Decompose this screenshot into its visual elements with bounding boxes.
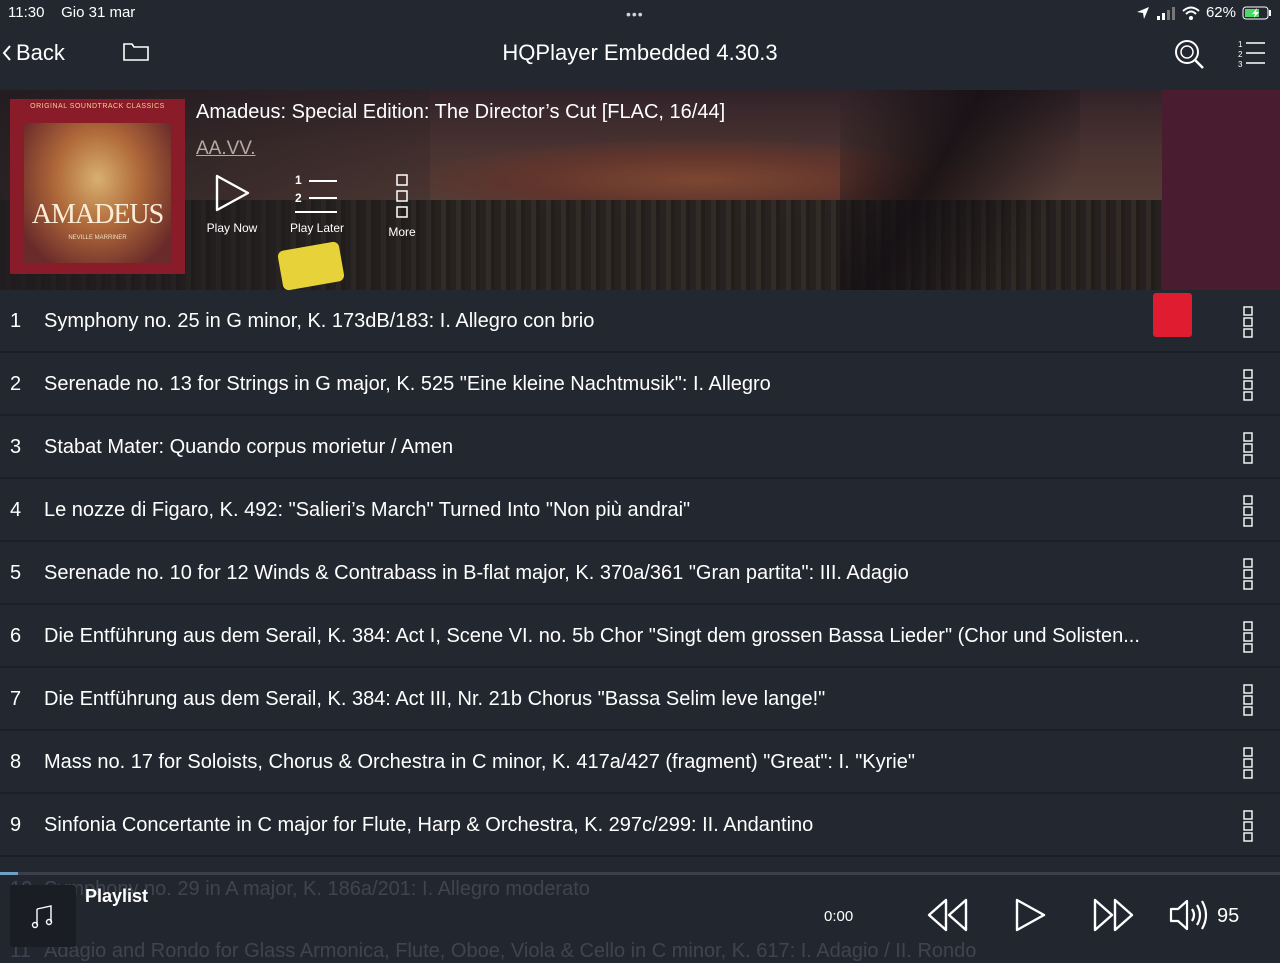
previous-button[interactable] — [926, 897, 970, 938]
track-number: 2 — [10, 373, 22, 395]
speaker-volume-icon — [1169, 899, 1208, 931]
play-icon — [1015, 898, 1046, 932]
track-row[interactable]: 3 Stabat Mater: Quando corpus morietur /… — [0, 416, 1280, 479]
status-time: 11:30 — [8, 4, 45, 21]
track-menu-icon[interactable] — [1242, 684, 1256, 721]
search-icon[interactable] — [1172, 37, 1206, 76]
cellular-signal-icon — [1156, 6, 1175, 20]
elapsed-time: 0:00 — [824, 908, 854, 925]
track-title: Symphony no. 25 in G minor, K. 173dB/183… — [44, 310, 595, 332]
album-artist-link[interactable]: AA.VV. — [196, 138, 256, 160]
track-row[interactable]: 8 Mass no. 17 for Soloists, Chorus & Orc… — [0, 731, 1280, 794]
track-number: 9 — [10, 814, 22, 836]
track-title: Serenade no. 10 for 12 Winds & Contrabas… — [44, 562, 909, 584]
track-menu-icon[interactable] — [1242, 810, 1256, 847]
track-row[interactable]: 1 Symphony no. 25 in G minor, K. 173dB/1… — [0, 290, 1280, 353]
track-row[interactable]: 4 Le nozze di Figaro, K. 492: "Salieri’s… — [0, 479, 1280, 542]
track-menu-icon[interactable] — [1242, 369, 1256, 406]
track-title: Die Entführung aus dem Serail, K. 384: A… — [44, 688, 826, 710]
battery-charging-icon — [1242, 6, 1271, 19]
track-menu-icon[interactable] — [1242, 306, 1256, 343]
volume-button[interactable] — [1168, 897, 1210, 938]
track-title: Die Entführung aus dem Serail, K. 384: A… — [44, 625, 1140, 647]
rewind-icon — [927, 898, 968, 932]
volume-level: 95 — [1217, 905, 1240, 927]
album-art: ORIGINAL SOUNDTRACK CLASSICS AMADEUS NEV… — [10, 99, 185, 274]
play-later-label: Play Later — [289, 221, 345, 235]
track-row[interactable]: 9 Sinfonia Concertante in C major for Fl… — [0, 794, 1280, 857]
track-menu-icon[interactable] — [1242, 747, 1256, 784]
track-title: Serenade no. 13 for Strings in G major, … — [44, 373, 771, 395]
more-vertical-icon — [396, 174, 408, 218]
more-button[interactable]: More — [362, 172, 442, 239]
music-note-icon — [31, 905, 53, 929]
track-title: Sinfonia Concertante in C major for Flut… — [44, 814, 814, 836]
track-menu-icon[interactable] — [1242, 432, 1256, 469]
track-title: Le nozze di Figaro, K. 492: "Salieri’s M… — [44, 499, 691, 521]
multitasking-dots-icon[interactable]: ••• — [626, 6, 644, 22]
status-right: 62% — [1136, 4, 1272, 21]
location-icon — [1136, 6, 1149, 19]
now-playing-art[interactable] — [10, 885, 76, 947]
track-number: 1 — [10, 310, 22, 332]
playlist-label[interactable]: Playlist — [85, 886, 148, 907]
page-title: HQPlayer Embedded 4.30.3 — [502, 40, 778, 65]
svg-text:1: 1 — [1238, 40, 1243, 49]
more-label: More — [388, 225, 416, 239]
status-date: Gio 31 mar — [61, 4, 136, 21]
numbered-list-icon: 1 2 — [295, 173, 337, 213]
track-number: 4 — [10, 499, 22, 521]
status-left: 11:30 Gio 31 mar — [8, 4, 135, 21]
svg-text:1: 1 — [295, 173, 302, 187]
wifi-icon — [1182, 6, 1200, 20]
track-row[interactable]: 5 Serenade no. 10 for 12 Winds & Contrab… — [0, 542, 1280, 605]
svg-text:3: 3 — [1238, 60, 1243, 68]
svg-text:2: 2 — [295, 191, 302, 205]
track-row[interactable]: 2 Serenade no. 13 for Strings in G major… — [0, 353, 1280, 416]
red-marker — [1153, 293, 1192, 337]
play-button[interactable] — [1013, 897, 1047, 938]
queue-list-icon[interactable]: 1 2 3 — [1236, 38, 1266, 73]
track-number: 7 — [10, 688, 22, 710]
track-title: Stabat Mater: Quando corpus morietur / A… — [44, 436, 454, 458]
play-now-label: Play Now — [206, 221, 258, 235]
track-number: 3 — [10, 436, 22, 458]
track-menu-icon[interactable] — [1242, 621, 1256, 658]
track-number: 5 — [10, 562, 22, 584]
track-row[interactable]: 6 Die Entführung aus dem Serail, K. 384:… — [0, 605, 1280, 668]
fast-forward-icon — [1093, 898, 1134, 932]
status-bar: 11:30 Gio 31 mar ••• 62% — [0, 0, 1280, 26]
track-number: 6 — [10, 625, 22, 647]
album-title: Amadeus: Special Edition: The Director’s… — [196, 101, 726, 123]
play-icon — [215, 174, 250, 212]
track-row[interactable]: 7 Die Entführung aus dem Serail, K. 384:… — [0, 668, 1280, 731]
player-bar: 10 Symphony no. 29 in A major, K. 186a/2… — [0, 875, 1280, 962]
track-list: 1 Symphony no. 25 in G minor, K. 173dB/1… — [0, 290, 1280, 857]
track-menu-icon[interactable] — [1242, 495, 1256, 532]
track-number: 8 — [10, 751, 22, 773]
track-menu-icon[interactable] — [1242, 558, 1256, 595]
battery-percent: 62% — [1205, 4, 1236, 21]
play-later-button[interactable]: 1 2 Play Later — [277, 172, 357, 235]
track-title: Mass no. 17 for Soloists, Chorus & Orche… — [44, 751, 915, 773]
play-now-button[interactable]: Play Now — [192, 172, 272, 235]
svg-text:2: 2 — [1238, 50, 1243, 59]
next-button[interactable] — [1091, 897, 1135, 938]
nav-bar: Back HQPlayer Embedded 4.30.3 1 2 3 — [0, 26, 1280, 80]
